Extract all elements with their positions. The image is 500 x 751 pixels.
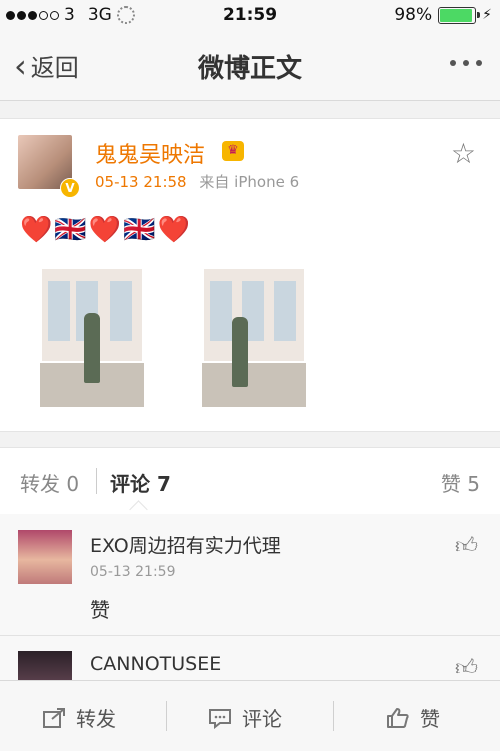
tab-repost[interactable]: 转发 0	[20, 468, 79, 497]
interaction-tabs: 转发 0 评论 7 赞 5	[0, 447, 500, 519]
post-card: V 鬼鬼吴映洁 ♛ 05-13 21:58 来自 iPhone 6 ☆ ❤️🇬🇧…	[0, 118, 500, 432]
comment-icon	[209, 708, 231, 729]
like-label: 赞	[420, 707, 440, 731]
commenter-name[interactable]: CANNOTUSEE	[90, 653, 221, 675]
back-label: 返回	[30, 54, 79, 82]
author-name[interactable]: 鬼鬼吴映洁	[95, 137, 205, 169]
divider	[166, 701, 167, 731]
comment-time: 05-13 21:59	[90, 564, 176, 580]
commenter-name[interactable]: EXO周边招有实力代理	[90, 531, 281, 558]
commenter-avatar[interactable]	[18, 530, 72, 584]
share-icon	[43, 707, 65, 728]
list-item[interactable]: EXO周边招有实力代理 05-13 21:59 赞 👍︎	[0, 514, 500, 634]
nav-bar: ‹ 返回 微博正文	[0, 32, 500, 101]
list-item[interactable]: CANNOTUSEE 👍︎	[0, 636, 500, 680]
comment-button[interactable]: 评论	[208, 703, 282, 732]
battery-area: 98% ⚡	[394, 5, 492, 25]
more-options-icon[interactable]	[450, 60, 482, 66]
post-image[interactable]	[202, 267, 306, 407]
thumbs-up-icon[interactable]: 👍︎	[455, 654, 478, 680]
tab-comment[interactable]: 评论 7	[110, 468, 171, 497]
comment-list: EXO周边招有实力代理 05-13 21:59 赞 👍︎ CANNOTUSEE …	[0, 514, 500, 680]
like-button[interactable]: 赞	[386, 703, 440, 732]
divider	[333, 701, 334, 731]
tab-like[interactable]: 赞 5	[441, 468, 480, 497]
post-meta: 05-13 21:58 来自 iPhone 6	[95, 171, 299, 192]
verified-badge-icon: V	[60, 178, 80, 198]
post-source: iPhone 6	[234, 173, 300, 191]
bottom-toolbar: 转发 评论 赞	[0, 680, 500, 751]
repost-button[interactable]: 转发	[42, 703, 116, 732]
battery-percent: 98%	[394, 5, 433, 25]
post-content: ❤️🇬🇧❤️🇬🇧❤️	[20, 215, 192, 245]
charging-icon: ⚡	[482, 7, 492, 23]
favorite-star-icon[interactable]: ☆	[451, 137, 476, 170]
battery-icon	[438, 6, 481, 24]
commenter-avatar[interactable]	[18, 651, 72, 680]
back-button[interactable]: ‹ 返回	[14, 48, 79, 83]
status-bar: 3 3G 21:59 98% ⚡	[0, 0, 500, 32]
post-image[interactable]	[40, 267, 144, 407]
repost-label: 转发	[76, 707, 116, 731]
comment-label: 评论	[242, 707, 282, 731]
chevron-left-icon: ‹	[14, 46, 27, 85]
post-time: 05-13 21:58	[95, 173, 187, 191]
thumbs-up-icon	[387, 707, 409, 728]
tab-divider	[96, 468, 97, 494]
post-source-prefix: 来自	[199, 173, 230, 191]
thumbs-up-icon[interactable]: 👍︎	[455, 532, 478, 559]
member-crown-icon[interactable]: ♛	[222, 141, 244, 161]
comment-text: 赞	[90, 598, 110, 622]
